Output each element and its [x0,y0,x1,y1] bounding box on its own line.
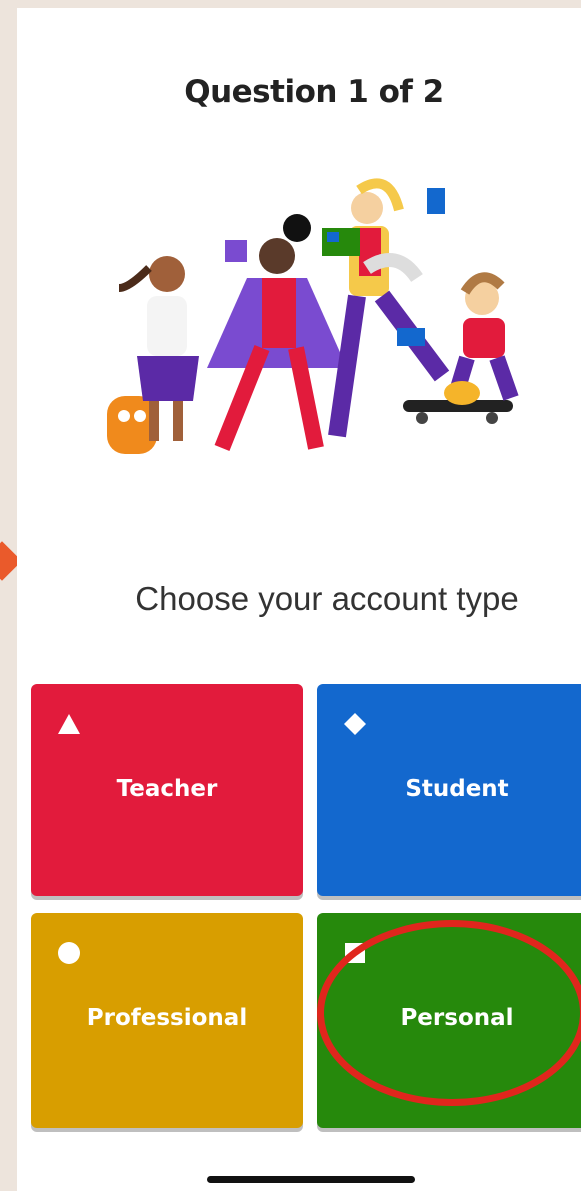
characters-illustration [107,178,519,454]
professional-option-label: Professional [86,1005,248,1031]
teacher-option-button[interactable]: Teacher [31,684,303,896]
diamond-icon [344,713,366,735]
teacher-option-label: Teacher [116,776,218,802]
personal-option-button[interactable]: Personal [317,913,581,1128]
account-type-prompt: Choose your account type [135,580,519,617]
square-icon [345,943,365,963]
page-title: Question 1 of 2 [184,74,444,110]
triangle-icon [58,714,80,734]
home-indicator [207,1176,415,1183]
circle-icon [58,942,80,964]
student-option-button[interactable]: Student [317,684,581,896]
personal-option-label: Personal [400,1005,514,1031]
professional-option-button[interactable]: Professional [31,913,303,1128]
phone-screen: Question 1 of 2 Choose your account type… [17,8,581,1191]
student-option-label: Student [405,776,509,802]
